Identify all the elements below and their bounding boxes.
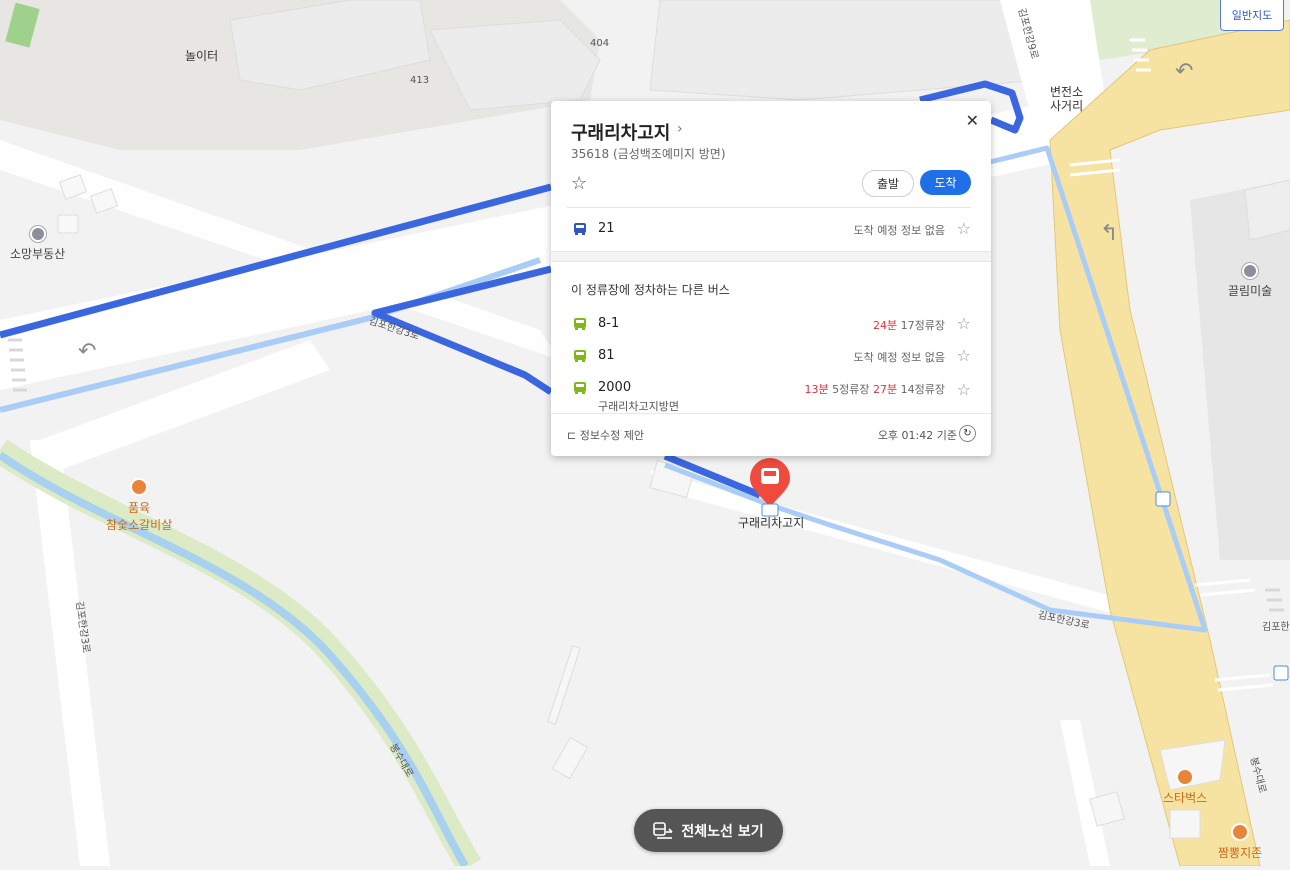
stop-subtitle: 35618 (금성백조예미지 방면) <box>571 147 726 161</box>
megaphone-icon: ⊏ <box>567 429 577 442</box>
map-label-bldg-413: 413 <box>410 75 430 86</box>
poi-starbucks[interactable]: 스타벅스 <box>1163 768 1207 806</box>
bus-stop-panel: 구래리차고지 › 35618 (금성백조예미지 방면) ✕ ☆ 출발 도착 21… <box>551 101 991 456</box>
poi-jjamppong[interactable]: 짬뽕지존 <box>1218 823 1262 861</box>
full-route-label: 전체노선 보기 <box>681 823 764 840</box>
poi-dot-icon <box>1242 263 1259 279</box>
arrive-button[interactable]: 도착 <box>920 170 971 195</box>
chevron-right-icon[interactable]: › <box>677 121 683 137</box>
bus-direction: 구래리차고지방면 <box>598 400 679 413</box>
bus-arrival-status: 도착 예정 정보 없음 <box>853 351 945 364</box>
bus-row-8-1[interactable]: 8-1 24분 17정류장 ☆ <box>551 311 991 339</box>
bus-arrival-status: 24분 17정류장 <box>873 319 945 332</box>
star-icon[interactable]: ☆ <box>957 380 971 399</box>
bus-number: 2000 <box>598 380 632 395</box>
bus-icon <box>574 223 586 235</box>
star-icon[interactable]: ☆ <box>957 346 971 365</box>
poi-restaurant-galbi[interactable]: 품육 참숯소갈비살 <box>106 478 172 533</box>
fork-knife-icon <box>1231 823 1250 841</box>
star-icon[interactable]: ☆ <box>957 219 971 238</box>
map-label-playground: 놀이터 <box>185 49 219 63</box>
cafe-icon <box>1176 768 1195 786</box>
close-icon[interactable]: ✕ <box>966 111 979 130</box>
full-route-button[interactable]: 전체노선 보기 <box>634 809 783 852</box>
bus-row-2000[interactable]: 2000 13분 5정류장 27분 14정류장 ☆ 구래리차고지방면 <box>551 375 991 415</box>
stop-title[interactable]: 구래리차고지 <box>571 119 670 145</box>
section-divider <box>551 251 991 262</box>
bus-icon <box>574 382 586 394</box>
svg-text:↶: ↶ <box>78 339 96 364</box>
map-label-intersection: 변전소 사거리 <box>1050 85 1084 113</box>
panel-footer: ⊏ 정보수정 제안 오후 01:42 기준 ↻ <box>551 413 991 456</box>
update-time: 오후 01:42 기준 <box>877 429 957 442</box>
bus-row-current[interactable]: 21 도착 예정 정보 없음 ☆ <box>551 216 991 244</box>
poi-dot-icon <box>29 226 46 242</box>
depart-button[interactable]: 출발 <box>862 170 914 197</box>
bus-icon <box>574 350 586 362</box>
stop-label: 구래리차고지 <box>738 516 805 530</box>
poi-museum[interactable]: 끌림미술 <box>1228 263 1272 299</box>
divider <box>567 207 971 208</box>
poi-realestate[interactable]: 소망부동산 <box>10 226 65 262</box>
map-type-button[interactable]: 일반지도 <box>1220 0 1284 31</box>
svg-text:↶: ↶ <box>1175 59 1193 84</box>
bus-row-81[interactable]: 81 도착 예정 정보 없음 ☆ <box>551 343 991 371</box>
bus-number: 21 <box>598 221 615 236</box>
bus-number: 8-1 <box>598 316 620 331</box>
suggest-edit-link[interactable]: ⊏ 정보수정 제안 <box>567 427 644 443</box>
route-bus-icon <box>653 821 673 839</box>
bus-icon <box>574 318 586 330</box>
bus-number: 81 <box>598 348 615 363</box>
refresh-icon[interactable]: ↻ <box>959 425 976 442</box>
road-label-gimpo-right: 김포한 <box>1262 622 1290 633</box>
other-buses-heading: 이 정류장에 정차하는 다른 버스 <box>571 283 730 297</box>
svg-text:↰: ↰ <box>1100 221 1118 246</box>
map-label-bldg-404: 404 <box>590 38 610 49</box>
fork-knife-icon <box>130 478 149 496</box>
star-icon[interactable]: ☆ <box>957 314 971 333</box>
favorite-star-icon[interactable]: ☆ <box>571 173 587 194</box>
bus-arrival-status: 13분 5정류장 27분 14정류장 <box>804 383 945 396</box>
bus-arrival-status: 도착 예정 정보 없음 <box>853 224 945 237</box>
